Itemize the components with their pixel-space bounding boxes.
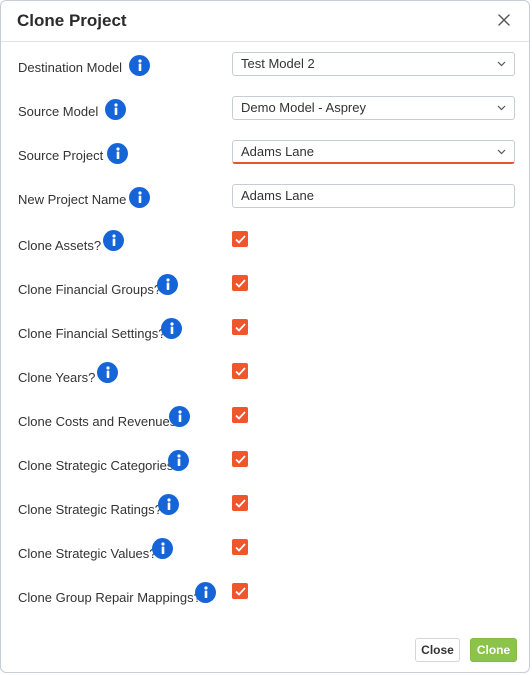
destination-model-value: Test Model 2	[241, 56, 315, 71]
clone-group-repair-mappings-label: Clone Group Repair Mappings?	[18, 590, 201, 605]
destination-model-label: Destination Model	[18, 60, 123, 75]
info-icon[interactable]	[129, 55, 150, 76]
clone-years-label: Clone Years?	[18, 370, 96, 385]
source-project-select[interactable]: Adams Lane	[232, 140, 515, 164]
info-icon[interactable]	[161, 318, 182, 339]
new-project-name-label: New Project Name	[18, 192, 127, 207]
clone-assets-row: Clone Assets?	[1, 230, 529, 260]
new-project-name-value: Adams Lane	[241, 188, 314, 203]
info-icon[interactable]	[129, 187, 150, 208]
chevron-down-icon	[497, 61, 506, 67]
source-model-row: Source Model Demo Model - Asprey	[1, 96, 529, 126]
clone-assets-checkbox[interactable]	[232, 231, 248, 247]
clone-strategic-values-checkbox[interactable]	[232, 539, 248, 555]
clone-financial-groups-checkbox[interactable]	[232, 275, 248, 291]
clone-financial-settings-checkbox[interactable]	[232, 319, 248, 335]
clone-project-dialog: Clone Project Destination Model Test Mod…	[0, 0, 530, 673]
info-icon[interactable]	[105, 99, 126, 120]
check-icon	[234, 410, 246, 420]
check-icon	[234, 454, 246, 464]
info-icon[interactable]	[107, 143, 128, 164]
source-project-value: Adams Lane	[241, 144, 314, 159]
clone-strategic-values-row: Clone Strategic Values?	[1, 538, 529, 568]
info-icon[interactable]	[195, 582, 216, 603]
check-icon	[234, 542, 246, 552]
info-icon[interactable]	[157, 274, 178, 295]
source-project-label: Source Project	[18, 148, 104, 163]
dialog-header: Clone Project	[1, 1, 529, 42]
clone-strategic-categories-label: Clone Strategic Categories?	[18, 458, 181, 473]
destination-model-select[interactable]: Test Model 2	[232, 52, 515, 76]
clone-button[interactable]: Clone	[470, 638, 517, 662]
clone-financial-groups-row: Clone Financial Groups?	[1, 274, 529, 304]
check-icon	[234, 278, 246, 288]
clone-costs-revenues-checkbox[interactable]	[232, 407, 248, 423]
clone-financial-settings-row: Clone Financial Settings?	[1, 318, 529, 348]
dialog-title: Clone Project	[17, 11, 127, 30]
chevron-down-icon	[497, 149, 506, 155]
clone-costs-revenues-label: Clone Costs and Revenues	[18, 414, 177, 429]
check-icon	[234, 498, 246, 508]
info-icon[interactable]	[103, 230, 124, 251]
clone-years-row: Clone Years?	[1, 362, 529, 392]
clone-strategic-categories-row: Clone Strategic Categories?	[1, 450, 529, 480]
info-icon[interactable]	[168, 450, 189, 471]
new-project-name-row: New Project Name Adams Lane	[1, 184, 529, 214]
info-icon[interactable]	[169, 406, 190, 427]
clone-costs-revenues-row: Clone Costs and Revenues	[1, 406, 529, 436]
info-icon[interactable]	[158, 494, 179, 515]
clone-strategic-categories-checkbox[interactable]	[232, 451, 248, 467]
destination-model-row: Destination Model Test Model 2	[1, 52, 529, 82]
check-icon	[234, 366, 246, 376]
info-icon[interactable]	[97, 362, 118, 383]
clone-strategic-ratings-row: Clone Strategic Ratings?	[1, 494, 529, 524]
info-icon[interactable]	[152, 538, 173, 559]
clone-assets-label: Clone Assets?	[18, 238, 102, 253]
source-model-select[interactable]: Demo Model - Asprey	[232, 96, 515, 120]
clone-financial-settings-label: Clone Financial Settings?	[18, 326, 166, 341]
clone-group-repair-mappings-checkbox[interactable]	[232, 583, 248, 599]
clone-strategic-ratings-label: Clone Strategic Ratings?	[18, 502, 162, 517]
new-project-name-input[interactable]: Adams Lane	[232, 184, 515, 208]
clone-years-checkbox[interactable]	[232, 363, 248, 379]
clone-group-repair-mappings-row: Clone Group Repair Mappings?	[1, 582, 529, 612]
check-icon	[234, 586, 246, 596]
clone-strategic-values-label: Clone Strategic Values?	[18, 546, 157, 561]
clone-strategic-ratings-checkbox[interactable]	[232, 495, 248, 511]
source-model-label: Source Model	[18, 104, 99, 119]
check-icon	[234, 234, 246, 244]
chevron-down-icon	[497, 105, 506, 111]
source-model-value: Demo Model - Asprey	[241, 100, 366, 115]
close-button[interactable]: Close	[415, 638, 460, 662]
clone-financial-groups-label: Clone Financial Groups?	[18, 282, 162, 297]
source-project-row: Source Project Adams Lane	[1, 140, 529, 170]
check-icon	[234, 322, 246, 332]
close-icon[interactable]	[495, 11, 513, 29]
